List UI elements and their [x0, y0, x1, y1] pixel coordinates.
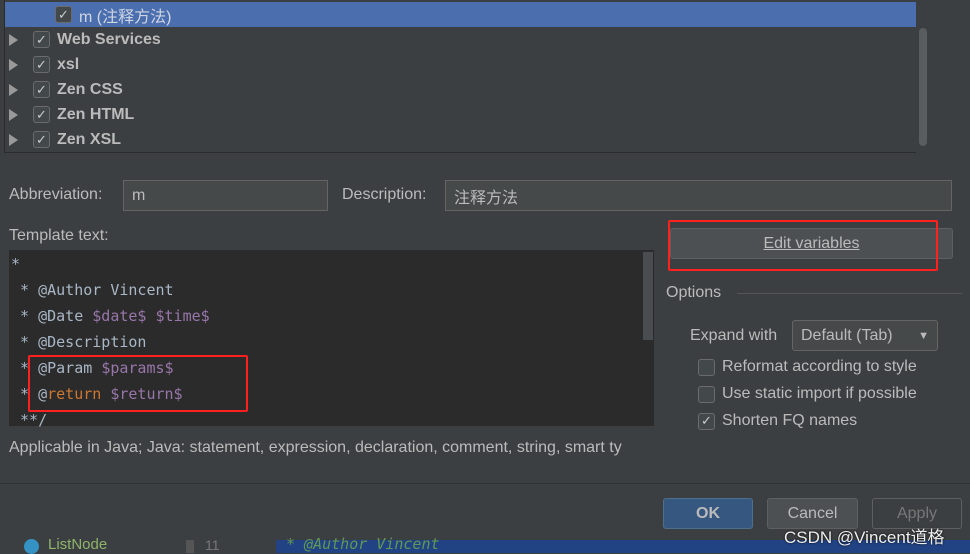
reformat-label: Reformat according to style: [722, 358, 917, 375]
checkbox[interactable]: ✓: [33, 106, 50, 123]
checkbox[interactable]: ✓: [55, 6, 72, 23]
class-icon: [24, 539, 39, 554]
tree-group-label: Zen CSS: [57, 80, 123, 98]
highlight-box: [28, 355, 248, 412]
reformat-option[interactable]: Reformat according to style: [698, 358, 917, 376]
tree-group-label: Zen HTML: [57, 105, 135, 123]
class-name: ListNode: [48, 536, 108, 553]
editor-scrollbar[interactable]: [643, 252, 653, 340]
tree-item-selected[interactable]: ✓ m (注释方法): [5, 2, 917, 27]
divider: [186, 540, 194, 553]
static-import-label: Use static import if possible: [722, 385, 917, 402]
static-import-option[interactable]: Use static import if possible: [698, 385, 917, 403]
tree-group-label: Zen XSL: [57, 130, 122, 148]
checkbox[interactable]: ✓: [33, 131, 50, 148]
chevron-down-icon: ▼: [918, 329, 929, 342]
code-line: * @Date $date$ $time$: [11, 307, 210, 325]
checkbox[interactable]: ✓: [33, 31, 50, 48]
code-line: * @Author Vincent: [11, 281, 174, 299]
watermark: CSDN @Vincent道格: [784, 528, 945, 547]
checkbox[interactable]: ✓: [698, 412, 715, 430]
abbreviation-label: Abbreviation:: [9, 186, 103, 203]
tree-group[interactable]: ✓ Web Services: [5, 27, 917, 52]
abbreviation-input[interactable]: m: [123, 180, 328, 211]
tree-group-label: Web Services: [57, 30, 161, 48]
expand-select[interactable]: Default (Tab) ▼: [792, 320, 938, 351]
line-number: 11: [205, 537, 220, 553]
tree-group[interactable]: ✓ Zen XSL: [5, 127, 917, 152]
expand-arrow-icon[interactable]: [9, 58, 18, 71]
code-line: * @Author Vincent: [286, 535, 440, 553]
code-line: *: [11, 255, 21, 273]
checkbox[interactable]: [698, 358, 715, 376]
expand-label: Expand with: [690, 327, 778, 344]
checkbox[interactable]: ✓: [33, 81, 50, 98]
expand-arrow-icon[interactable]: [9, 33, 18, 46]
expand-arrow-icon[interactable]: [9, 108, 18, 121]
expand-arrow-icon[interactable]: [9, 133, 18, 146]
applicable-contexts[interactable]: Applicable in Java; Java: statement, exp…: [9, 439, 655, 457]
highlight-box: [668, 220, 938, 271]
template-tree[interactable]: ✓ m (注释方法) ✓ Web Services ✓ xsl ✓ Zen CSS ✓ Zen…: [4, 0, 930, 153]
options-title: Options: [666, 284, 722, 301]
shorten-label: Shorten FQ names: [722, 412, 858, 429]
tree-group[interactable]: ✓ xsl: [5, 52, 917, 77]
checkbox[interactable]: ✓: [33, 56, 50, 73]
tree-group[interactable]: ✓ Zen CSS: [5, 77, 917, 102]
description-label: Description:: [342, 186, 427, 203]
checkbox[interactable]: [698, 385, 715, 403]
divider: [737, 293, 962, 294]
code-line: **/: [11, 411, 48, 429]
expand-value: Default (Tab): [801, 326, 893, 344]
divider: [0, 483, 970, 484]
code-line: * @Description: [11, 333, 147, 351]
tree-group-label: xsl: [57, 55, 80, 73]
ok-button[interactable]: OK: [663, 498, 753, 529]
expand-arrow-icon[interactable]: [9, 83, 18, 96]
shorten-option[interactable]: ✓ Shorten FQ names: [698, 412, 857, 430]
template-text-label: Template text:: [9, 227, 109, 244]
tree-scrollbar[interactable]: [916, 0, 930, 153]
tree-group[interactable]: ✓ Zen HTML: [5, 102, 917, 127]
tree-item-label: m (注释方法): [79, 8, 172, 26]
description-input[interactable]: 注释方法: [445, 180, 952, 211]
